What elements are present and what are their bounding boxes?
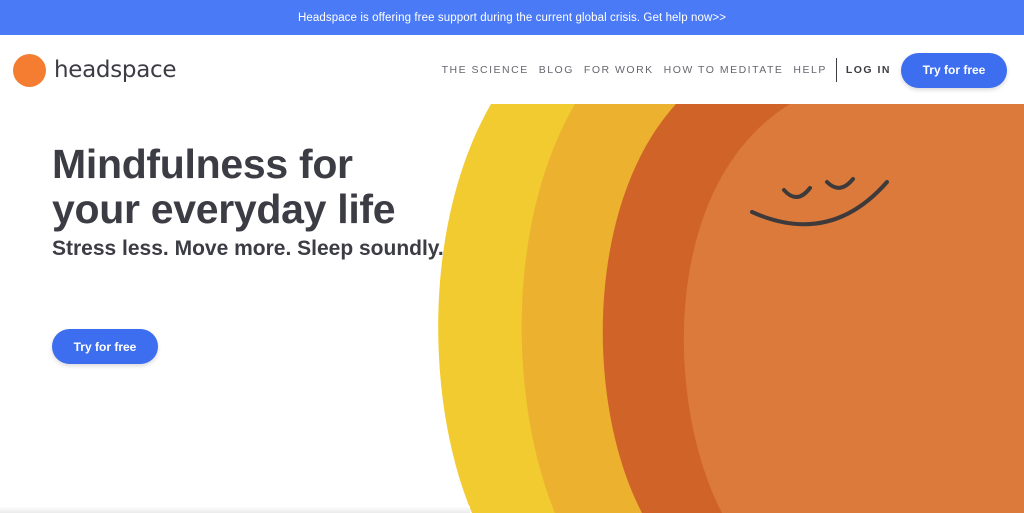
nav-for-work[interactable]: FOR WORK	[584, 64, 654, 76]
nav-how-to-meditate[interactable]: HOW TO MEDITATE	[664, 64, 784, 76]
announcement-banner: Headspace is offering free support durin…	[0, 0, 1024, 35]
logo-circle-icon	[13, 53, 46, 87]
logo-wordmark: headspace	[54, 57, 177, 83]
hero-text: Mindfulness for your everyday life Stres…	[52, 142, 444, 261]
nav-the-science[interactable]: THE SCIENCE	[442, 64, 529, 76]
headspace-logo[interactable]: headspace	[13, 52, 177, 88]
main-nav: THE SCIENCE BLOG FOR WORK HOW TO MEDITAT…	[442, 52, 1007, 88]
nav-divider	[835, 58, 837, 82]
hero-try-for-free-button[interactable]: Try for free	[52, 329, 158, 364]
announcement-link[interactable]: Headspace is offering free support durin…	[298, 12, 726, 24]
log-in-link[interactable]: LOG IN	[846, 64, 891, 76]
hero-title-line-2: your everyday life	[52, 186, 396, 232]
nav-help[interactable]: HELP	[793, 64, 826, 76]
hero-title-line-1: Mindfulness for	[52, 141, 353, 187]
hero-subtitle: Stress less. Move more. Sleep soundly.	[52, 237, 444, 260]
site-header: headspace THE SCIENCE BLOG FOR WORK HOW …	[0, 35, 1024, 104]
section-divider	[0, 506, 470, 513]
nav-blog[interactable]: BLOG	[539, 64, 574, 76]
sun-body	[683, 104, 1024, 513]
header-try-for-free-button[interactable]: Try for free	[901, 52, 1007, 88]
